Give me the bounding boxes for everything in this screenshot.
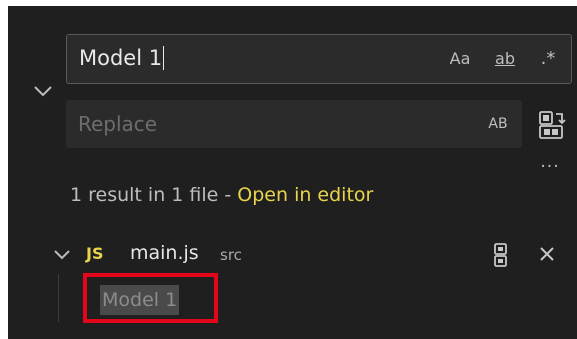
match-case-toggle[interactable]: Aa [445,45,475,73]
dismiss-close-icon[interactable] [536,243,558,265]
replace-input-box[interactable]: AB [66,100,522,148]
search-panel: Model 1 Aa ab .* AB ··· 1 result in 1 fi… [8,6,577,339]
search-input-box[interactable]: Model 1 Aa ab .* [66,34,572,84]
search-input[interactable]: Model 1 [79,46,165,70]
javascript-file-icon: JS [86,244,104,263]
preserve-case-toggle[interactable]: AB [482,110,514,138]
toggle-replace-chevron-icon[interactable] [30,80,56,102]
file-name: main.js [130,242,199,264]
annotation-highlight-box [83,273,218,323]
tree-indent-guide [58,274,59,322]
match-whole-word-toggle[interactable]: ab [487,45,523,73]
file-result-row[interactable]: JS main.js src [50,240,575,270]
file-directory: src [220,246,242,264]
file-chevron-down-icon[interactable] [52,246,72,264]
open-in-editor-link[interactable]: Open in editor [237,184,373,206]
replace-in-file-icon[interactable] [488,242,514,268]
more-actions-ellipsis-icon[interactable]: ··· [536,158,564,176]
text-caret [163,46,165,70]
use-regex-toggle[interactable]: .* [533,45,563,73]
search-input-value: Model 1 [79,46,163,70]
results-summary: 1 result in 1 file - Open in editor [70,184,373,206]
replace-input[interactable] [66,100,466,148]
results-summary-text: 1 result in 1 file - [70,184,238,206]
replace-all-icon[interactable] [534,108,568,142]
